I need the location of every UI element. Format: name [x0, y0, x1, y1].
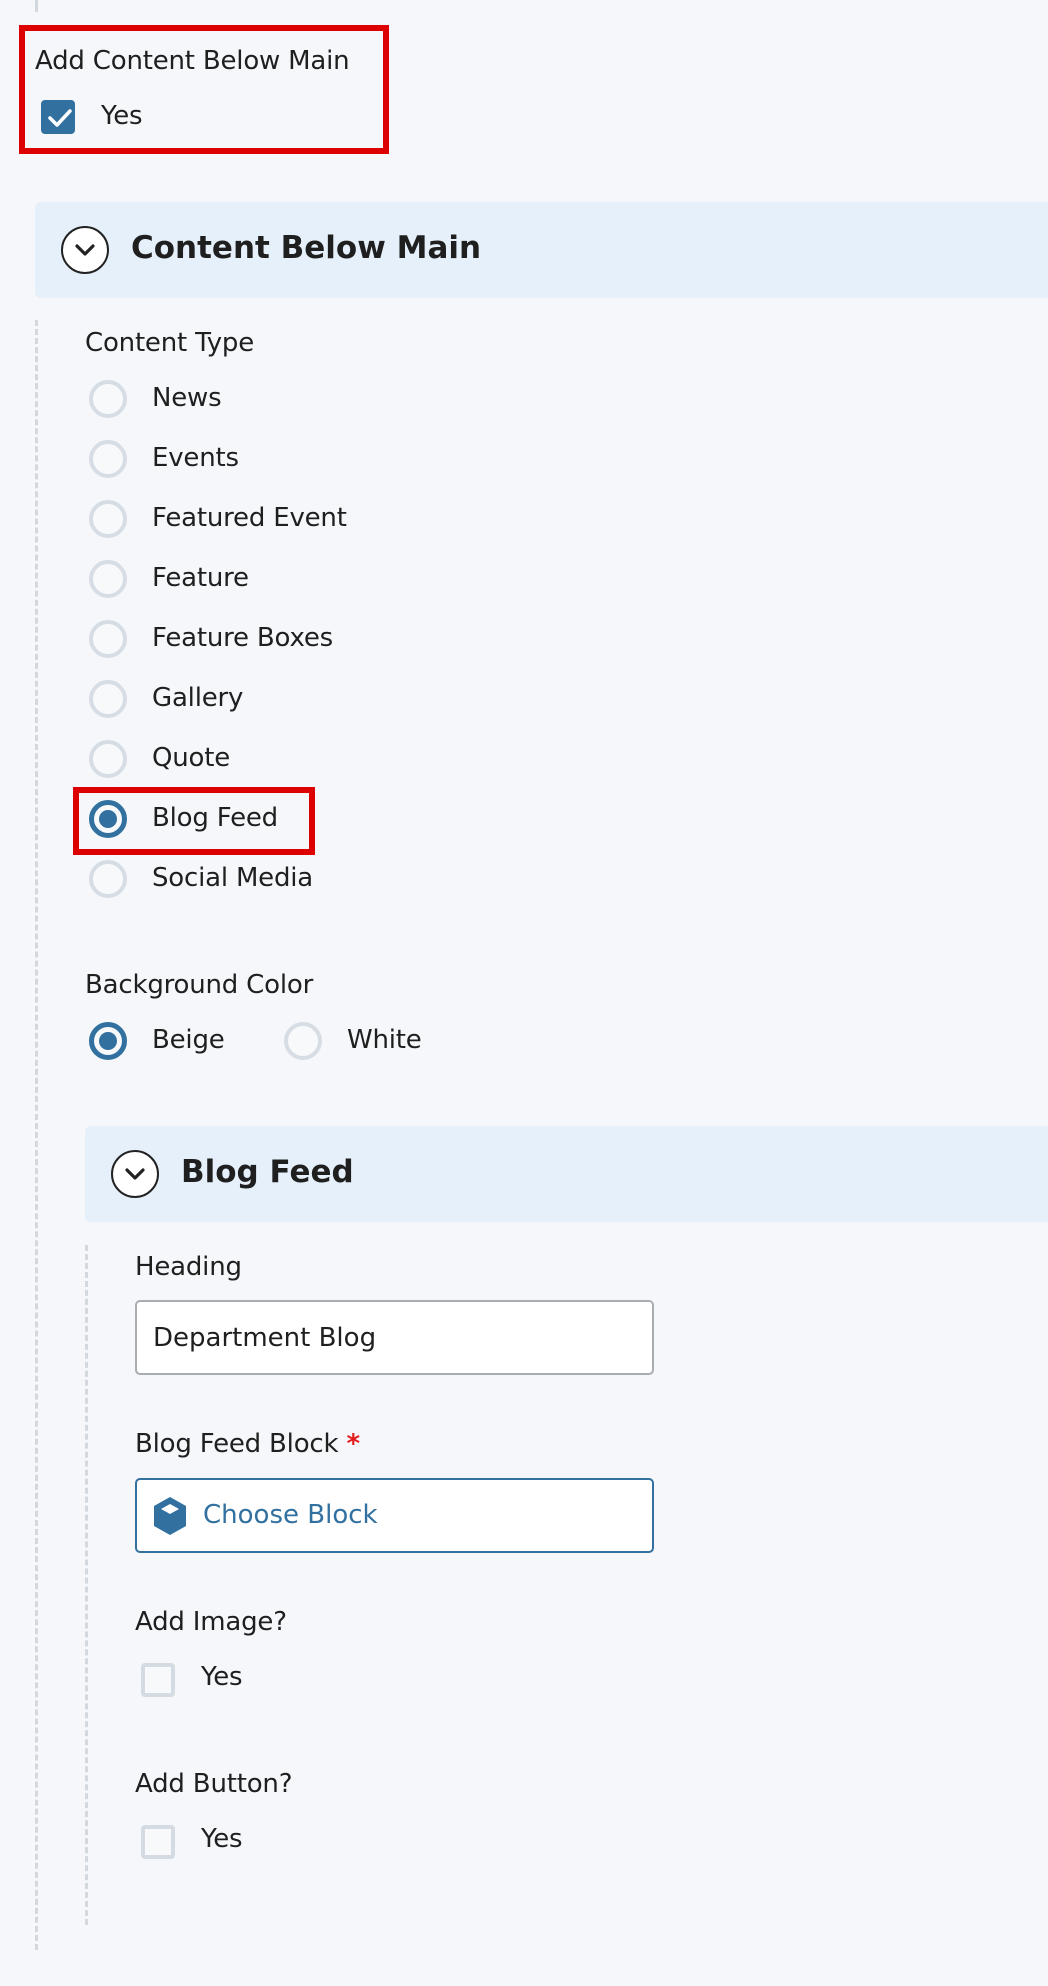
- highlight-blog-feed-option: [73, 787, 315, 855]
- content-below-main-nesting-guide: [35, 320, 38, 1950]
- radio-label[interactable]: Featured Event: [152, 502, 347, 534]
- required-indicator: *: [346, 1429, 360, 1459]
- add-content-below-main-checkbox[interactable]: [41, 100, 75, 134]
- radio-feature-boxes[interactable]: [89, 620, 127, 658]
- background-color-label: Background Color: [85, 970, 314, 1000]
- radio-label[interactable]: Feature Boxes: [152, 622, 333, 654]
- radio-label[interactable]: Events: [152, 442, 239, 474]
- choose-block-label: Choose Block: [203, 1500, 378, 1530]
- choose-block-button[interactable]: Choose Block: [135, 1478, 654, 1553]
- add-image-label: Add Image?: [135, 1607, 287, 1637]
- outer-nesting-guide: [35, 0, 38, 12]
- chevron-down-icon: [125, 1168, 145, 1180]
- radio-label[interactable]: Feature: [152, 562, 249, 594]
- content-type-label: Content Type: [85, 328, 254, 358]
- add-image-checkbox[interactable]: [141, 1663, 175, 1697]
- radio-quote[interactable]: [89, 740, 127, 778]
- blog-feed-nesting-guide: [85, 1245, 88, 1925]
- radio-beige[interactable]: [89, 1022, 127, 1060]
- heading-input[interactable]: [135, 1300, 654, 1375]
- blog-feed-block-label-text: Blog Feed Block: [135, 1429, 339, 1459]
- radio-events[interactable]: [89, 440, 127, 478]
- radio-white[interactable]: [284, 1022, 322, 1060]
- blog-feed-title: Blog Feed: [181, 1154, 354, 1190]
- add-button-checkbox[interactable]: [141, 1825, 175, 1859]
- blog-feed-section-header[interactable]: Blog Feed: [85, 1126, 1048, 1222]
- radio-label[interactable]: Quote: [152, 742, 230, 774]
- radio-feature[interactable]: [89, 560, 127, 598]
- cube-icon: [154, 1497, 186, 1535]
- radio-label[interactable]: Beige: [152, 1024, 225, 1056]
- collapse-toggle-button[interactable]: [61, 226, 109, 274]
- add-content-below-main-yes-label[interactable]: Yes: [101, 100, 143, 132]
- chevron-down-icon: [75, 244, 95, 256]
- radio-label[interactable]: White: [347, 1024, 422, 1056]
- add-button-label: Add Button?: [135, 1769, 293, 1799]
- blog-feed-block-label: Blog Feed Block *: [135, 1428, 360, 1460]
- heading-label: Heading: [135, 1252, 242, 1282]
- content-below-main-section-header[interactable]: Content Below Main: [35, 202, 1048, 298]
- radio-label[interactable]: Social Media: [152, 862, 313, 894]
- radio-label[interactable]: News: [152, 382, 222, 414]
- add-image-yes-label[interactable]: Yes: [201, 1661, 243, 1693]
- radio-label[interactable]: Gallery: [152, 682, 243, 714]
- radio-gallery[interactable]: [89, 680, 127, 718]
- checkmark-icon: [48, 109, 72, 127]
- radio-social-media[interactable]: [89, 860, 127, 898]
- add-button-yes-label[interactable]: Yes: [201, 1823, 243, 1855]
- collapse-toggle-button[interactable]: [111, 1150, 159, 1198]
- radio-news[interactable]: [89, 380, 127, 418]
- add-content-below-main-label: Add Content Below Main: [35, 46, 350, 76]
- content-below-main-title: Content Below Main: [131, 230, 482, 266]
- radio-featured-event[interactable]: [89, 500, 127, 538]
